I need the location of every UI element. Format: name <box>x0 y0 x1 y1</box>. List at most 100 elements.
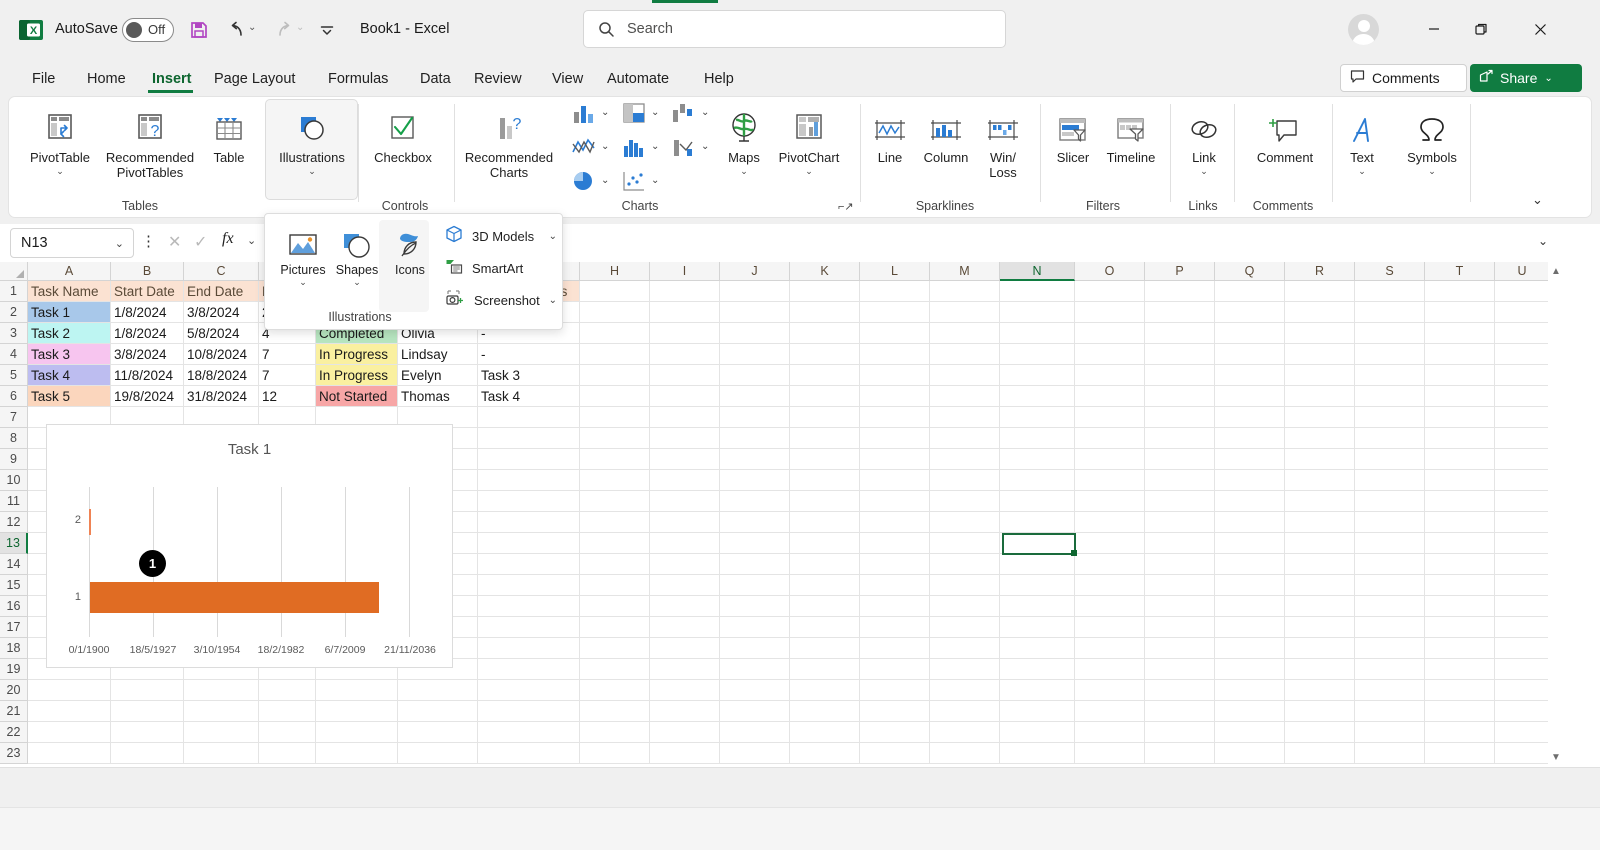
grid-cell[interactable] <box>1495 701 1550 722</box>
grid-cell[interactable] <box>1145 596 1215 617</box>
grid-cell[interactable] <box>580 491 650 512</box>
grid-cell[interactable] <box>1145 722 1215 743</box>
3d-models-dropdown-icon[interactable]: ⌄ <box>549 231 557 242</box>
close-icon[interactable] <box>1519 12 1561 46</box>
grid-cell[interactable] <box>720 323 790 344</box>
row-header-13[interactable]: 13 <box>0 533 28 554</box>
grid-cell[interactable] <box>1425 407 1495 428</box>
grid-cell[interactable] <box>1495 386 1550 407</box>
grid-cell[interactable] <box>580 449 650 470</box>
grid-cell[interactable] <box>1215 659 1285 680</box>
quick-access-more-icon[interactable] <box>314 17 340 43</box>
grid-cell[interactable] <box>1075 617 1145 638</box>
row-header-18[interactable]: 18 <box>0 638 28 659</box>
grid-cell[interactable] <box>720 407 790 428</box>
save-icon[interactable] <box>186 17 212 43</box>
grid-cell[interactable] <box>316 680 398 701</box>
col-header-m[interactable]: M <box>930 262 1000 281</box>
grid-cell[interactable] <box>259 701 316 722</box>
waterfall-chart-dropdown-icon[interactable]: ⌄ <box>701 107 709 118</box>
statistic-chart-dropdown-icon[interactable]: ⌄ <box>651 141 659 152</box>
grid-cell[interactable] <box>860 680 930 701</box>
grid-cell[interactable] <box>860 554 930 575</box>
col-header-t[interactable]: T <box>1425 262 1495 281</box>
grid-cell[interactable] <box>1000 407 1075 428</box>
grid-cell[interactable] <box>478 680 580 701</box>
cell-c6[interactable]: 31/8/2024 <box>184 386 259 407</box>
grid-cell[interactable] <box>1285 407 1355 428</box>
grid-cell[interactable] <box>111 680 184 701</box>
grid-cell[interactable] <box>1495 533 1550 554</box>
maps-dropdown-icon[interactable]: ⌄ <box>740 166 748 176</box>
grid-cell[interactable] <box>860 365 930 386</box>
grid-cell[interactable] <box>1000 680 1075 701</box>
grid-cell[interactable] <box>1355 281 1425 302</box>
grid-cell[interactable] <box>1215 680 1285 701</box>
grid-cell[interactable] <box>790 428 860 449</box>
grid-cell[interactable] <box>1495 281 1550 302</box>
grid-cell[interactable] <box>650 449 720 470</box>
grid-cell[interactable] <box>1495 491 1550 512</box>
grid-cell[interactable] <box>1215 491 1285 512</box>
grid-cell[interactable] <box>478 554 580 575</box>
grid-cell[interactable] <box>860 533 930 554</box>
grid-cell[interactable] <box>1215 470 1285 491</box>
grid-cell[interactable] <box>790 554 860 575</box>
recommended-charts-button[interactable]: ? Recommended Charts <box>461 104 557 180</box>
grid-cell[interactable] <box>28 722 111 743</box>
grid-cell[interactable] <box>930 701 1000 722</box>
link-dropdown-icon[interactable]: ⌄ <box>1200 166 1208 176</box>
grid-cell[interactable] <box>650 596 720 617</box>
grid-cell[interactable] <box>1355 428 1425 449</box>
col-header-u[interactable]: U <box>1495 262 1550 281</box>
grid-cell[interactable] <box>790 617 860 638</box>
tab-formulas[interactable]: Formulas <box>318 66 398 92</box>
grid-cell[interactable] <box>1425 575 1495 596</box>
grid-cell[interactable] <box>1075 302 1145 323</box>
grid-cell[interactable] <box>650 491 720 512</box>
cell-c3[interactable]: 5/8/2024 <box>184 323 259 344</box>
grid-cell[interactable] <box>860 302 930 323</box>
grid-cell[interactable] <box>1000 344 1075 365</box>
grid-cell[interactable] <box>1425 680 1495 701</box>
cell-c5[interactable]: 18/8/2024 <box>184 365 259 386</box>
screenshot-dropdown-icon[interactable]: ⌄ <box>549 295 557 306</box>
timeline-button[interactable]: Timeline <box>1094 104 1168 165</box>
grid-cell[interactable] <box>1145 533 1215 554</box>
row-header-5[interactable]: 5 <box>0 365 28 386</box>
share-dropdown-icon[interactable]: ⌄ <box>1544 73 1552 84</box>
grid-cell[interactable] <box>720 344 790 365</box>
grid-cell[interactable] <box>478 512 580 533</box>
grid-cell[interactable] <box>1075 470 1145 491</box>
grid-cell[interactable] <box>1000 428 1075 449</box>
grid-cell[interactable] <box>1215 512 1285 533</box>
grid-cell[interactable] <box>860 428 930 449</box>
cell-f6[interactable]: Thomas <box>398 386 478 407</box>
grid-cell[interactable] <box>478 743 580 764</box>
cell-e4[interactable]: In Progress <box>316 344 398 365</box>
grid-cell[interactable] <box>28 743 111 764</box>
scatter-chart-dropdown-icon[interactable]: ⌄ <box>651 175 659 186</box>
grid-cell[interactable] <box>860 638 930 659</box>
grid-cell[interactable] <box>1000 743 1075 764</box>
grid-cell[interactable] <box>1355 743 1425 764</box>
cell-c2[interactable]: 3/8/2024 <box>184 302 259 323</box>
grid-cell[interactable] <box>1285 554 1355 575</box>
grid-cell[interactable] <box>1145 638 1215 659</box>
grid-cell[interactable] <box>1215 281 1285 302</box>
grid-cell[interactable] <box>184 701 259 722</box>
symbols-dropdown-icon[interactable]: ⌄ <box>1428 166 1436 176</box>
grid-cell[interactable] <box>1145 470 1215 491</box>
grid-cell[interactable] <box>650 344 720 365</box>
grid-cell[interactable] <box>398 701 478 722</box>
grid-cell[interactable] <box>1285 533 1355 554</box>
grid-cell[interactable] <box>1075 575 1145 596</box>
grid-cell[interactable] <box>1425 554 1495 575</box>
col-header-b[interactable]: B <box>111 262 184 281</box>
grid-cell[interactable] <box>650 575 720 596</box>
grid-cell[interactable] <box>1425 470 1495 491</box>
grid-cell[interactable] <box>930 386 1000 407</box>
grid-cell[interactable] <box>860 323 930 344</box>
grid-cell[interactable] <box>720 701 790 722</box>
grid-cell[interactable] <box>1145 680 1215 701</box>
